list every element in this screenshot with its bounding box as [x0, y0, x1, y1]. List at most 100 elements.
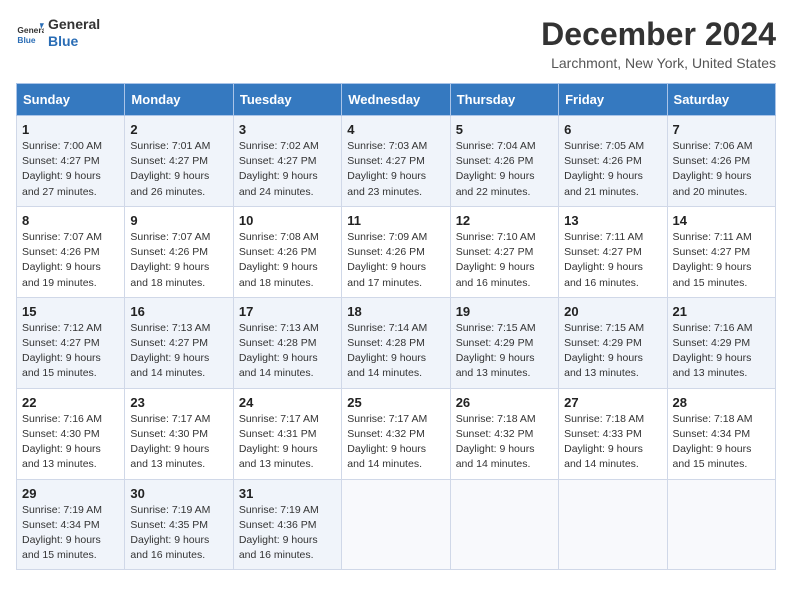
- day-info: Sunrise: 7:14 AMSunset: 4:28 PMDaylight:…: [347, 321, 444, 382]
- svg-text:Blue: Blue: [17, 35, 35, 45]
- title-area: December 2024 Larchmont, New York, Unite…: [541, 16, 776, 71]
- day-info: Sunrise: 7:08 AMSunset: 4:26 PMDaylight:…: [239, 230, 336, 291]
- day-info: Sunrise: 7:15 AMSunset: 4:29 PMDaylight:…: [456, 321, 553, 382]
- day-header-sunday: Sunday: [17, 84, 125, 116]
- calendar-cell: [450, 479, 558, 570]
- day-number: 17: [239, 304, 336, 319]
- day-number: 25: [347, 395, 444, 410]
- calendar-cell: [559, 479, 667, 570]
- calendar-cell: 27 Sunrise: 7:18 AMSunset: 4:33 PMDayligh…: [559, 388, 667, 479]
- calendar-cell: 20 Sunrise: 7:15 AMSunset: 4:29 PMDayligh…: [559, 297, 667, 388]
- calendar-cell: 1 Sunrise: 7:00 AMSunset: 4:27 PMDaylight…: [17, 116, 125, 207]
- day-info: Sunrise: 7:01 AMSunset: 4:27 PMDaylight:…: [130, 139, 227, 200]
- calendar-cell: 7 Sunrise: 7:06 AMSunset: 4:26 PMDaylight…: [667, 116, 775, 207]
- day-info: Sunrise: 7:19 AMSunset: 4:35 PMDaylight:…: [130, 503, 227, 564]
- day-number: 29: [22, 486, 119, 501]
- calendar-week-row: 22 Sunrise: 7:16 AMSunset: 4:30 PMDayligh…: [17, 388, 776, 479]
- calendar-cell: 26Sunrise: 7:18 AMSunset: 4:32 PMDayligh…: [450, 388, 558, 479]
- day-number: 10: [239, 213, 336, 228]
- day-number: 21: [673, 304, 770, 319]
- day-number: 2: [130, 122, 227, 137]
- calendar-cell: 23 Sunrise: 7:17 AMSunset: 4:30 PMDayligh…: [125, 388, 233, 479]
- day-number: 22: [22, 395, 119, 410]
- page-header: General Blue General Blue December 2024 …: [16, 16, 776, 71]
- day-info: Sunrise: 7:18 AMSunset: 4:33 PMDaylight:…: [564, 412, 661, 473]
- day-info: Sunrise: 7:17 AMSunset: 4:31 PMDaylight:…: [239, 412, 336, 473]
- day-number: 19: [456, 304, 553, 319]
- calendar-cell: 5 Sunrise: 7:04 AMSunset: 4:26 PMDaylight…: [450, 116, 558, 207]
- day-number: 9: [130, 213, 227, 228]
- day-header-monday: Monday: [125, 84, 233, 116]
- day-header-tuesday: Tuesday: [233, 84, 341, 116]
- day-info: Sunrise: 7:16 AMSunset: 4:30 PMDaylight:…: [22, 412, 119, 473]
- day-number: 3: [239, 122, 336, 137]
- day-number: 20: [564, 304, 661, 319]
- calendar-week-row: 1 Sunrise: 7:00 AMSunset: 4:27 PMDaylight…: [17, 116, 776, 207]
- day-number: 7: [673, 122, 770, 137]
- calendar-cell: 15Sunrise: 7:12 AMSunset: 4:27 PMDayligh…: [17, 297, 125, 388]
- day-info: Sunrise: 7:15 AMSunset: 4:29 PMDaylight:…: [564, 321, 661, 382]
- calendar-cell: 24 Sunrise: 7:17 AMSunset: 4:31 PMDayligh…: [233, 388, 341, 479]
- day-info: Sunrise: 7:19 AMSunset: 4:34 PMDaylight:…: [22, 503, 119, 564]
- day-info: Sunrise: 7:18 AMSunset: 4:34 PMDaylight:…: [673, 412, 770, 473]
- day-info: Sunrise: 7:05 AMSunset: 4:26 PMDaylight:…: [564, 139, 661, 200]
- day-info: Sunrise: 7:19 AMSunset: 4:36 PMDaylight:…: [239, 503, 336, 564]
- day-number: 23: [130, 395, 227, 410]
- day-number: 24: [239, 395, 336, 410]
- day-info: Sunrise: 7:13 AMSunset: 4:27 PMDaylight:…: [130, 321, 227, 382]
- day-number: 8: [22, 213, 119, 228]
- day-info: Sunrise: 7:07 AMSunset: 4:26 PMDaylight:…: [130, 230, 227, 291]
- calendar-cell: 30 Sunrise: 7:19 AMSunset: 4:35 PMDayligh…: [125, 479, 233, 570]
- calendar-cell: 11Sunrise: 7:09 AMSunset: 4:26 PMDayligh…: [342, 206, 450, 297]
- day-info: Sunrise: 7:13 AMSunset: 4:28 PMDaylight:…: [239, 321, 336, 382]
- day-number: 5: [456, 122, 553, 137]
- calendar-week-row: 15Sunrise: 7:12 AMSunset: 4:27 PMDayligh…: [17, 297, 776, 388]
- calendar-cell: 25 Sunrise: 7:17 AMSunset: 4:32 PMDayligh…: [342, 388, 450, 479]
- day-info: Sunrise: 7:00 AMSunset: 4:27 PMDaylight:…: [22, 139, 119, 200]
- calendar-cell: 2 Sunrise: 7:01 AMSunset: 4:27 PMDaylight…: [125, 116, 233, 207]
- calendar-cell: 18Sunrise: 7:14 AMSunset: 4:28 PMDayligh…: [342, 297, 450, 388]
- day-info: Sunrise: 7:02 AMSunset: 4:27 PMDaylight:…: [239, 139, 336, 200]
- day-info: Sunrise: 7:17 AMSunset: 4:32 PMDaylight:…: [347, 412, 444, 473]
- day-info: Sunrise: 7:10 AMSunset: 4:27 PMDaylight:…: [456, 230, 553, 291]
- day-info: Sunrise: 7:04 AMSunset: 4:26 PMDaylight:…: [456, 139, 553, 200]
- day-number: 26: [456, 395, 553, 410]
- calendar-cell: [667, 479, 775, 570]
- day-info: Sunrise: 7:11 AMSunset: 4:27 PMDaylight:…: [673, 230, 770, 291]
- day-number: 30: [130, 486, 227, 501]
- day-number: 27: [564, 395, 661, 410]
- calendar-cell: [342, 479, 450, 570]
- day-info: Sunrise: 7:07 AMSunset: 4:26 PMDaylight:…: [22, 230, 119, 291]
- calendar-header-row: SundayMondayTuesdayWednesdayThursdayFrid…: [17, 84, 776, 116]
- logo-general-text: General: [48, 16, 100, 33]
- day-info: Sunrise: 7:11 AMSunset: 4:27 PMDaylight:…: [564, 230, 661, 291]
- day-number: 15: [22, 304, 119, 319]
- day-info: Sunrise: 7:03 AMSunset: 4:27 PMDaylight:…: [347, 139, 444, 200]
- calendar-cell: 16Sunrise: 7:13 AMSunset: 4:27 PMDayligh…: [125, 297, 233, 388]
- day-number: 31: [239, 486, 336, 501]
- day-info: Sunrise: 7:17 AMSunset: 4:30 PMDaylight:…: [130, 412, 227, 473]
- calendar-table: SundayMondayTuesdayWednesdayThursdayFrid…: [16, 83, 776, 570]
- day-number: 14: [673, 213, 770, 228]
- calendar-cell: 4 Sunrise: 7:03 AMSunset: 4:27 PMDaylight…: [342, 116, 450, 207]
- day-number: 4: [347, 122, 444, 137]
- day-header-wednesday: Wednesday: [342, 84, 450, 116]
- subtitle: Larchmont, New York, United States: [541, 55, 776, 71]
- calendar-cell: 6Sunrise: 7:05 AMSunset: 4:26 PMDaylight…: [559, 116, 667, 207]
- day-header-thursday: Thursday: [450, 84, 558, 116]
- day-header-friday: Friday: [559, 84, 667, 116]
- day-info: Sunrise: 7:06 AMSunset: 4:26 PMDaylight:…: [673, 139, 770, 200]
- calendar-cell: 14 Sunrise: 7:11 AMSunset: 4:27 PMDayligh…: [667, 206, 775, 297]
- main-title: December 2024: [541, 16, 776, 53]
- calendar-cell: 8 Sunrise: 7:07 AMSunset: 4:26 PMDaylight…: [17, 206, 125, 297]
- calendar-cell: 29 Sunrise: 7:19 AMSunset: 4:34 PMDayligh…: [17, 479, 125, 570]
- day-number: 1: [22, 122, 119, 137]
- svg-text:General: General: [17, 25, 44, 35]
- day-number: 28: [673, 395, 770, 410]
- calendar-cell: 19 Sunrise: 7:15 AMSunset: 4:29 PMDayligh…: [450, 297, 558, 388]
- calendar-cell: 31 Sunrise: 7:19 AMSunset: 4:36 PMDayligh…: [233, 479, 341, 570]
- day-number: 13: [564, 213, 661, 228]
- day-number: 12: [456, 213, 553, 228]
- day-info: Sunrise: 7:09 AMSunset: 4:26 PMDaylight:…: [347, 230, 444, 291]
- calendar-cell: 12 Sunrise: 7:10 AMSunset: 4:27 PMDayligh…: [450, 206, 558, 297]
